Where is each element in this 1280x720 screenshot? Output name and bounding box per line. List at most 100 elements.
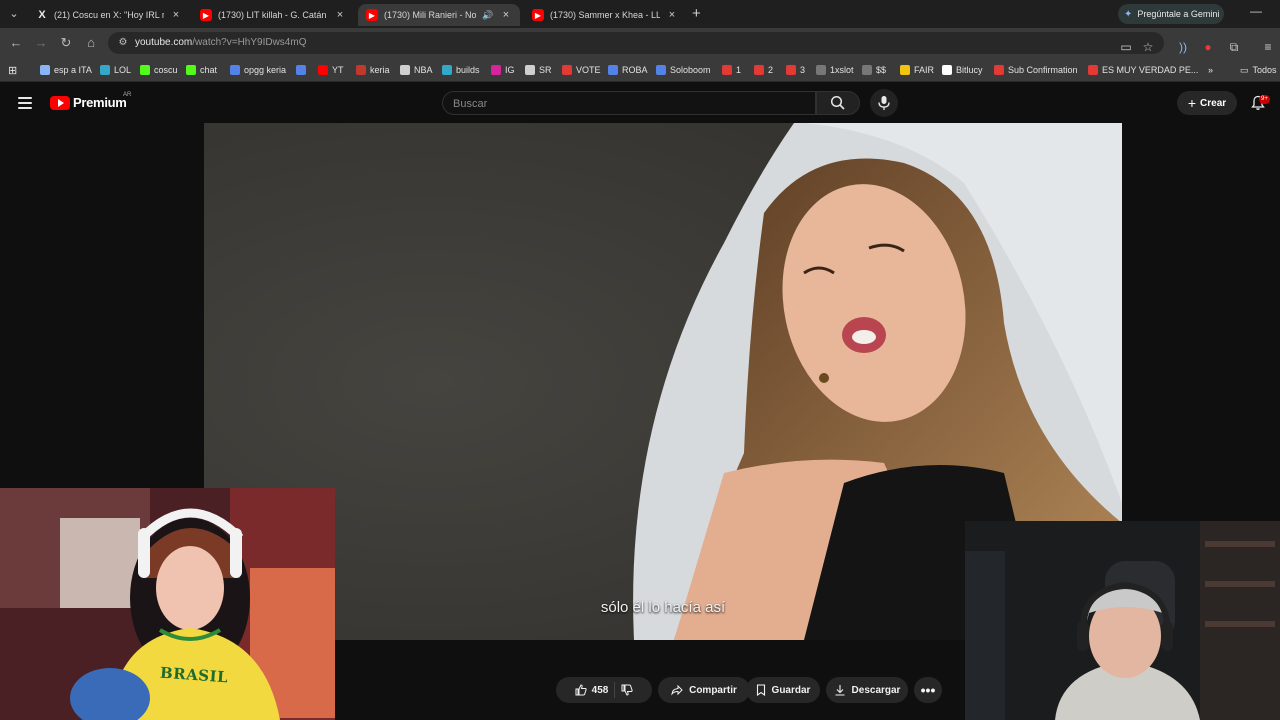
like-button[interactable]: 458 — [575, 684, 609, 696]
close-tab-icon[interactable]: × — [334, 9, 346, 21]
reload-icon[interactable]: ↻ — [58, 35, 74, 51]
bookmark-favicon-icon — [608, 65, 618, 75]
notification-badge: 9+ — [1259, 95, 1270, 104]
address-bar[interactable]: ⚙ youtube.com/watch?v=HhY9IDws4mQ — [108, 32, 1164, 54]
bookmark-favicon-icon — [562, 65, 572, 75]
bookmark-favicon-icon — [442, 65, 452, 75]
save-button[interactable]: Guardar — [746, 677, 820, 703]
bookmark-star-icon[interactable]: ☆ — [1140, 39, 1156, 55]
reading-list-icon[interactable]: ≡ — [1260, 39, 1276, 55]
webcam-image — [0, 488, 335, 720]
bookmark-item[interactable]: ES MUY VERDAD PE... — [1088, 63, 1198, 77]
new-tab-icon[interactable]: + — [692, 6, 701, 22]
bookmark-favicon-icon — [862, 65, 872, 75]
bookmark-item[interactable]: opgg keria — [230, 63, 286, 77]
bookmark-item[interactable]: keria — [356, 63, 390, 77]
bookmark-item[interactable]: chat — [186, 63, 217, 77]
bookmark-label: FAIR — [914, 65, 935, 75]
plus-icon: + — [1187, 95, 1197, 111]
browser-tab-lit-killah[interactable]: ▶ (1730) LIT killah - G. Catán (Offi × — [192, 4, 354, 26]
browser-tab-sammer-khea[interactable]: ▶ (1730) Sammer x Khea - LLAMA × — [524, 4, 686, 26]
logo-country: AR — [123, 92, 132, 98]
bookmark-favicon-icon — [356, 65, 366, 75]
all-bookmarks-folder[interactable]: ▭ Todos — [1240, 63, 1277, 77]
bookmark-favicon-icon — [656, 65, 666, 75]
more-bookmarks-icon[interactable]: » — [1208, 63, 1213, 77]
create-button[interactable]: + Crear — [1177, 91, 1237, 115]
download-label: Descargar — [851, 684, 901, 696]
bookmark-item[interactable]: 1 — [722, 63, 741, 77]
search-button[interactable] — [816, 91, 860, 115]
bookmark-label: $$ — [876, 65, 887, 75]
bookmark-item[interactable] — [296, 63, 306, 77]
bookmark-favicon-icon — [296, 65, 306, 75]
bookmark-item[interactable]: VOTE — [562, 63, 601, 77]
like-dislike-group: 458 — [556, 677, 652, 703]
download-button[interactable]: Descargar — [826, 677, 908, 703]
tab-search-icon[interactable]: ⌄ — [6, 6, 22, 22]
tab-title: (21) Coscu en X: "Hoy IRL reac — [54, 10, 164, 20]
bookmark-item[interactable]: coscu — [140, 63, 178, 77]
search-box — [442, 91, 816, 115]
bookmark-item[interactable]: Soloboom — [656, 63, 711, 77]
minimize-icon[interactable]: — — [1250, 4, 1264, 18]
forward-icon[interactable]: → — [33, 35, 49, 51]
bookmark-item[interactable]: IG — [491, 63, 515, 77]
bookmark-item[interactable]: builds — [442, 63, 480, 77]
thumbs-down-icon — [621, 684, 634, 696]
url-text: youtube.com/watch?v=HhY9IDws4mQ — [135, 37, 306, 48]
bookmark-label: 1 — [736, 65, 742, 75]
extension-record-icon[interactable]: ● — [1200, 39, 1216, 55]
bookmark-item[interactable]: YT — [318, 63, 344, 77]
home-icon[interactable]: ⌂ — [83, 35, 99, 51]
bookmark-item[interactable]: NBA — [400, 63, 433, 77]
youtube-premium-logo[interactable]: Premium AR — [50, 92, 131, 110]
browser-tab-coscu[interactable]: X (21) Coscu en X: "Hoy IRL reac × — [28, 4, 190, 26]
extensions-icon[interactable]: ⧉ — [1226, 39, 1242, 55]
more-icon: ••• — [920, 682, 936, 698]
bookmark-label: Soloboom — [670, 65, 711, 75]
back-icon[interactable]: ← — [8, 35, 24, 51]
close-tab-icon[interactable]: × — [500, 9, 512, 21]
bookmark-label: IG — [505, 65, 515, 75]
bookmark-item[interactable]: 2 — [754, 63, 773, 77]
bookmark-item[interactable]: esp a ITA — [40, 63, 92, 77]
streamer-webcam-left: BRASIL — [0, 488, 335, 720]
like-count: 458 — [591, 684, 609, 696]
gemini-button[interactable]: ✦ Pregúntale a Gemini — [1118, 4, 1224, 24]
more-actions-button[interactable]: ••• — [914, 677, 942, 703]
gemini-label: Pregúntale a Gemini — [1137, 9, 1220, 19]
bookmark-label: builds — [456, 65, 480, 75]
extension-audio-icon[interactable]: )) — [1175, 39, 1191, 55]
youtube-icon: ▶ — [200, 9, 212, 21]
bookmark-item[interactable]: FAIR — [900, 63, 934, 77]
close-tab-icon[interactable]: × — [170, 9, 182, 21]
bookmark-item[interactable]: SR — [525, 63, 552, 77]
install-app-icon[interactable]: ▭ — [1118, 39, 1134, 55]
search-input[interactable] — [453, 96, 803, 112]
bookmark-item[interactable]: ROBA — [608, 63, 648, 77]
bookmark-item[interactable]: Bitlucy — [942, 63, 983, 77]
bookmark-favicon-icon — [1088, 65, 1098, 75]
bookmark-favicon-icon — [400, 65, 410, 75]
tab-title: (1730) Sammer x Khea - LLAMA — [550, 10, 660, 20]
browser-tab-mili-ranieri[interactable]: ▶ (1730) Mili Ranieri - No Me 🔊 × — [358, 4, 520, 26]
bookmark-item[interactable]: $$ — [862, 63, 886, 77]
close-tab-icon[interactable]: × — [666, 9, 678, 21]
menu-icon[interactable] — [18, 97, 32, 109]
bookmark-label: VOTE — [576, 65, 601, 75]
dislike-button[interactable] — [621, 684, 634, 696]
bookmark-item[interactable]: Sub Confirmation — [994, 63, 1078, 77]
voice-search-button[interactable] — [870, 89, 898, 117]
share-button[interactable]: Compartir — [658, 677, 750, 703]
speaker-icon[interactable]: 🔊 — [482, 10, 494, 21]
bookmark-item[interactable]: 3 — [786, 63, 805, 77]
tab-title: (1730) Mili Ranieri - No Me — [384, 10, 476, 20]
site-info-icon[interactable]: ⚙ — [116, 36, 130, 50]
bookmark-item[interactable]: LOL — [100, 63, 131, 77]
bookmark-label: 2 — [768, 65, 774, 75]
bookmark-favicon-icon — [994, 65, 1004, 75]
bookmark-item[interactable]: 1xslot — [816, 63, 854, 77]
apps-icon[interactable]: ⊞ — [8, 63, 17, 77]
bookmark-label: YT — [332, 65, 344, 75]
